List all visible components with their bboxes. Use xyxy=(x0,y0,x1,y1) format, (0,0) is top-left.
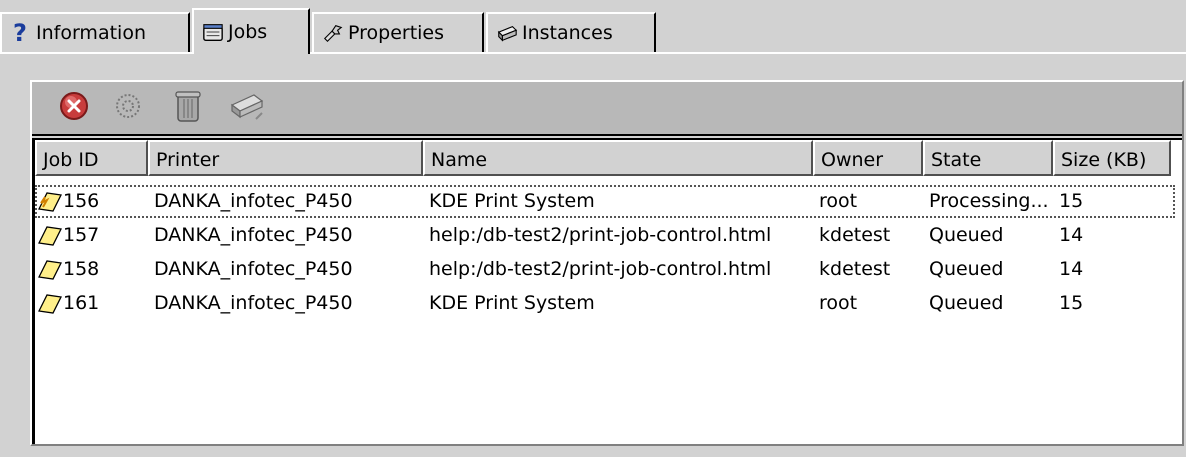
instances-icon xyxy=(496,22,518,44)
printer-cell: DANKA_infotec_P450 xyxy=(154,190,353,212)
name-cell: help:/db-test2/print-job-control.html xyxy=(429,224,772,246)
table-row[interactable]: 158 DANKA_infotec_P450 help:/db-test2/pr… xyxy=(35,253,1175,286)
gear-icon xyxy=(112,90,144,127)
state-cell: Queued xyxy=(929,292,1004,314)
svg-text:?: ? xyxy=(13,21,27,45)
tab-label: Jobs xyxy=(228,21,268,43)
job-id-cell: 161 xyxy=(63,292,100,314)
table-row[interactable]: 156 DANKA_infotec_P450 KDE Print System … xyxy=(35,185,1175,218)
column-header-state[interactable]: State xyxy=(923,140,1053,176)
state-cell: Queued xyxy=(929,258,1004,280)
job-id-cell: 158 xyxy=(63,258,100,280)
column-header-printer[interactable]: Printer xyxy=(148,140,423,176)
owner-cell: kdetest xyxy=(819,224,891,246)
tab-label: Information xyxy=(36,22,146,44)
question-icon: ? xyxy=(10,21,32,45)
cancel-job-button[interactable] xyxy=(56,90,92,126)
tab-label: Instances xyxy=(522,22,613,44)
column-header-job-id[interactable]: Job ID xyxy=(35,140,148,176)
trash-icon xyxy=(174,89,202,128)
printer-icon xyxy=(226,89,266,128)
tab-information[interactable]: ? Information xyxy=(0,12,190,52)
stop-icon xyxy=(58,90,90,127)
job-settings-button[interactable] xyxy=(110,90,146,126)
size-cell: 15 xyxy=(1059,190,1084,212)
printer-cell: DANKA_infotec_P450 xyxy=(154,292,353,314)
size-cell: 15 xyxy=(1059,292,1084,314)
size-cell: 14 xyxy=(1059,224,1084,246)
column-header-owner[interactable]: Owner xyxy=(813,140,923,176)
tab-divider xyxy=(0,52,1186,54)
job-table[interactable]: Job ID Printer Name Owner State Size (KB… xyxy=(32,138,1182,444)
state-cell: Queued xyxy=(929,224,1004,246)
tab-label: Properties xyxy=(348,22,445,44)
table-row[interactable]: 157 DANKA_infotec_P450 help:/db-test2/pr… xyxy=(35,219,1175,252)
printer-cell: DANKA_infotec_P450 xyxy=(154,224,353,246)
table-header: Job ID Printer Name Owner State Size (KB… xyxy=(35,140,1182,176)
job-id-cell: 156 xyxy=(63,190,100,212)
owner-cell: root xyxy=(819,292,858,314)
name-cell: KDE Print System xyxy=(429,292,595,314)
tab-jobs[interactable]: Jobs xyxy=(192,8,310,54)
job-toolbar xyxy=(32,82,1182,136)
owner-cell: kdetest xyxy=(819,258,891,280)
tab-properties[interactable]: Properties xyxy=(312,12,484,52)
properties-icon xyxy=(322,22,344,44)
printer-panel: ? Information Jobs Properties Instances … xyxy=(0,0,1186,457)
owner-cell: root xyxy=(819,190,858,212)
state-cell: Processing... xyxy=(929,190,1049,212)
size-cell: 14 xyxy=(1059,258,1084,280)
jobs-icon xyxy=(202,21,224,43)
printer-button[interactable] xyxy=(228,90,264,126)
name-cell: KDE Print System xyxy=(429,190,595,212)
tab-instances[interactable]: Instances xyxy=(486,12,656,52)
tab-bar: ? Information Jobs Properties Instances xyxy=(0,8,1186,54)
name-cell: help:/db-test2/print-job-control.html xyxy=(429,258,772,280)
remove-job-button[interactable] xyxy=(170,90,206,126)
printer-cell: DANKA_infotec_P450 xyxy=(154,258,353,280)
job-id-cell: 157 xyxy=(63,224,100,246)
column-header-name[interactable]: Name xyxy=(423,140,813,176)
table-row[interactable]: 161 DANKA_infotec_P450 KDE Print System … xyxy=(35,287,1175,320)
column-header-size[interactable]: Size (KB) xyxy=(1053,140,1171,176)
